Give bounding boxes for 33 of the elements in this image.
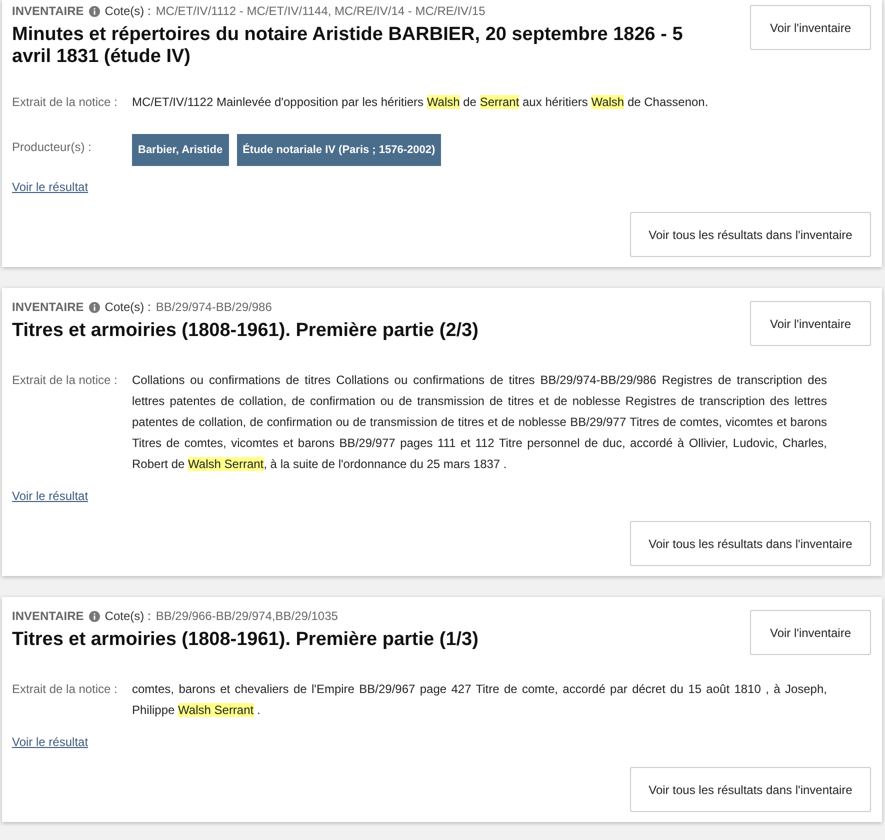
info-icon (88, 610, 100, 622)
cote-value: BB/29/966-BB/29/974,BB/29/1035 (156, 609, 338, 623)
all-results-button[interactable]: Voir tous les résultats dans l'inventaire (630, 521, 871, 566)
type-label: INVENTAIRE (12, 609, 84, 623)
producer-tag[interactable]: Barbier, Aristide (132, 134, 229, 166)
cote-label: Cote(s) : (104, 300, 151, 314)
open-inventory-button[interactable]: Voir l'inventaire (750, 5, 871, 50)
cote-value: BB/29/974-BB/29/986 (156, 300, 272, 314)
info-icon (88, 302, 100, 312)
type-label: INVENTAIRE (12, 300, 84, 314)
cote-label: Cote(s) : (104, 609, 151, 623)
cote-label: Cote(s) : (104, 4, 151, 18)
producer-tag[interactable]: Étude notariale IV (Paris ; 1576-2002) (236, 134, 442, 166)
result-title: Minutes et répertoires du notaire Aristide BARBIER, 20 septembre 1826 - 5 avril 1831 (étude IV) (12, 24, 684, 68)
result-title: Titres et armoiries (1808-1961). Première partie (2/3) (12, 320, 478, 342)
result-link[interactable]: Voir le résultat (12, 489, 88, 503)
producers-label: Producteur(s) : (12, 139, 92, 156)
cote-value: MC/ET/IV/1112 - MC/ET/IV/1144, MC/RE/IV/14 - MC/RE/IV/15 (156, 4, 486, 18)
extract-text: MC/ET/IV/1122 Mainlevée d'opposition par les héritiers Walsh de Serrant aux héritiers Walsh de Chassenon. (132, 94, 708, 111)
result-title: Titres et armoiries (1808-1961). Première partie (1/3) (12, 629, 478, 651)
result-link[interactable]: Voir le résultat (12, 735, 88, 749)
extract-text: comtes, barons et chevaliers de l'Empire BB/29/967 page 427 Titre de comte, accordé par décret du 15 août 1810 , à Joseph, Philippe Walsh Serrant . (132, 681, 827, 719)
all-results-button[interactable]: Voir tous les résultats dans l'inventaire (630, 212, 871, 257)
extract-label: Extrait de la notice : (12, 681, 118, 698)
type-label: INVENTAIRE (12, 4, 84, 18)
extract-label: Extrait de la notice : (12, 94, 118, 111)
extract-text: Collations ou confirmations de titres Collations ou confirmations de titres BB/29/974-BB/29/986 Registres de transcription des lettres patentes de collation, de confirmation ou de transmission de titres et de noblesse Registres de transcription des lettres patentes de collation, de confirmation ou de transmission de titres et de noblesse BB/29/977 Titres de comtes, vicomtes et barons Titres de comtes, vicomtes et barons BB/29/977 pages 111 et 112 Titre personnel de duc, accordé à Ollivier, Ludovic, Charles, Robert de Walsh Serrant, à la suite de l'ordonnance du 25 mars 1837 . (132, 372, 827, 473)
all-results-button[interactable]: Voir tous les résultats dans l'inventaire (630, 767, 871, 812)
result-link[interactable]: Voir le résultat (12, 180, 88, 194)
info-icon (88, 6, 100, 16)
open-inventory-button[interactable]: Voir l'inventaire (750, 301, 871, 346)
open-inventory-button[interactable]: Voir l'inventaire (750, 610, 871, 655)
extract-label: Extrait de la notice : (12, 372, 118, 389)
